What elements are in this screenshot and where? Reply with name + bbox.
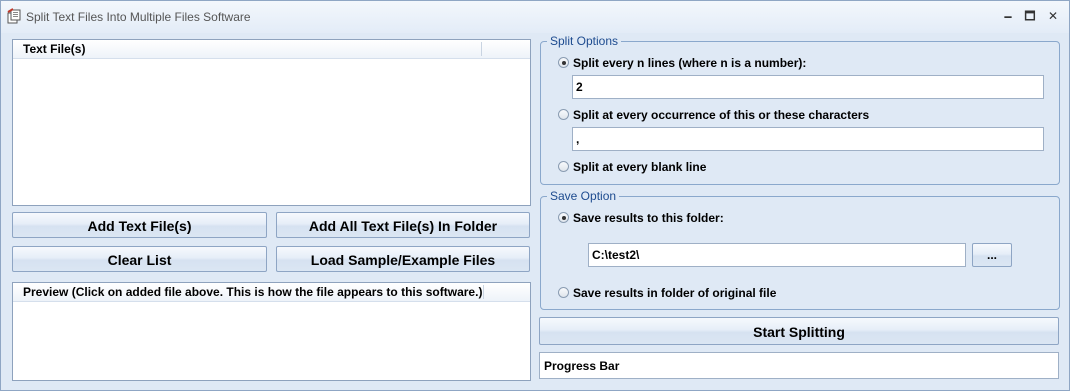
start-splitting-button[interactable]: Start Splitting bbox=[539, 317, 1059, 345]
save-in-original-folder-radio[interactable] bbox=[558, 287, 569, 298]
add-folder-button[interactable]: Add All Text File(s) In Folder bbox=[276, 212, 530, 238]
split-every-n-lines-label[interactable]: Split every n lines (where n is a number… bbox=[573, 56, 806, 70]
app-window: Split Text Files Into Multiple Files Sof… bbox=[0, 0, 1070, 391]
split-at-characters-label[interactable]: Split at every occurrence of this or the… bbox=[573, 108, 869, 122]
preview-header[interactable]: Preview (Click on added file above. This… bbox=[13, 283, 530, 302]
title-bar: Split Text Files Into Multiple Files Sof… bbox=[1, 1, 1069, 33]
save-to-folder-label[interactable]: Save results to this folder: bbox=[573, 211, 724, 225]
add-text-files-button[interactable]: Add Text File(s) bbox=[12, 212, 267, 238]
save-in-original-folder-label[interactable]: Save results in folder of original file bbox=[573, 286, 776, 300]
text-files-list[interactable]: Text File(s) bbox=[12, 39, 531, 206]
load-sample-files-button[interactable]: Load Sample/Example Files bbox=[276, 246, 530, 272]
save-option-group: Save Option Save results to this folder:… bbox=[540, 189, 1060, 310]
split-options-group: Split Options Split every n lines (where… bbox=[540, 34, 1060, 185]
maximize-button[interactable]: 🗖 bbox=[1019, 7, 1041, 25]
text-files-list-header[interactable]: Text File(s) bbox=[13, 40, 530, 59]
output-folder-input[interactable]: C:\test2\ bbox=[588, 243, 966, 267]
column-separator bbox=[483, 285, 484, 299]
preview-panel[interactable]: Preview (Click on added file above. This… bbox=[12, 282, 531, 381]
split-at-blank-line-radio[interactable] bbox=[558, 161, 569, 172]
clear-list-button[interactable]: Clear List bbox=[12, 246, 267, 272]
app-icon bbox=[7, 8, 21, 24]
browse-folder-button[interactable]: ... bbox=[972, 243, 1012, 267]
save-option-legend: Save Option bbox=[547, 189, 620, 203]
column-separator bbox=[481, 42, 482, 56]
window-title: Split Text Files Into Multiple Files Sof… bbox=[26, 10, 251, 24]
split-characters-input[interactable]: , bbox=[572, 127, 1044, 151]
progress-bar: Progress Bar bbox=[539, 352, 1059, 379]
n-lines-input[interactable]: 2 bbox=[572, 75, 1044, 99]
split-at-blank-line-label[interactable]: Split at every blank line bbox=[573, 160, 706, 174]
save-to-folder-radio[interactable] bbox=[558, 212, 569, 223]
text-files-column-header[interactable]: Text File(s) bbox=[23, 40, 85, 58]
preview-column-header[interactable]: Preview (Click on added file above. This… bbox=[23, 283, 482, 301]
split-options-legend: Split Options bbox=[547, 34, 622, 48]
progress-bar-label: Progress Bar bbox=[544, 359, 620, 373]
split-at-characters-radio[interactable] bbox=[558, 109, 569, 120]
close-button[interactable]: ✕ bbox=[1042, 7, 1064, 25]
split-every-n-lines-radio[interactable] bbox=[558, 57, 569, 68]
minimize-button[interactable]: 🗕 bbox=[997, 7, 1019, 25]
